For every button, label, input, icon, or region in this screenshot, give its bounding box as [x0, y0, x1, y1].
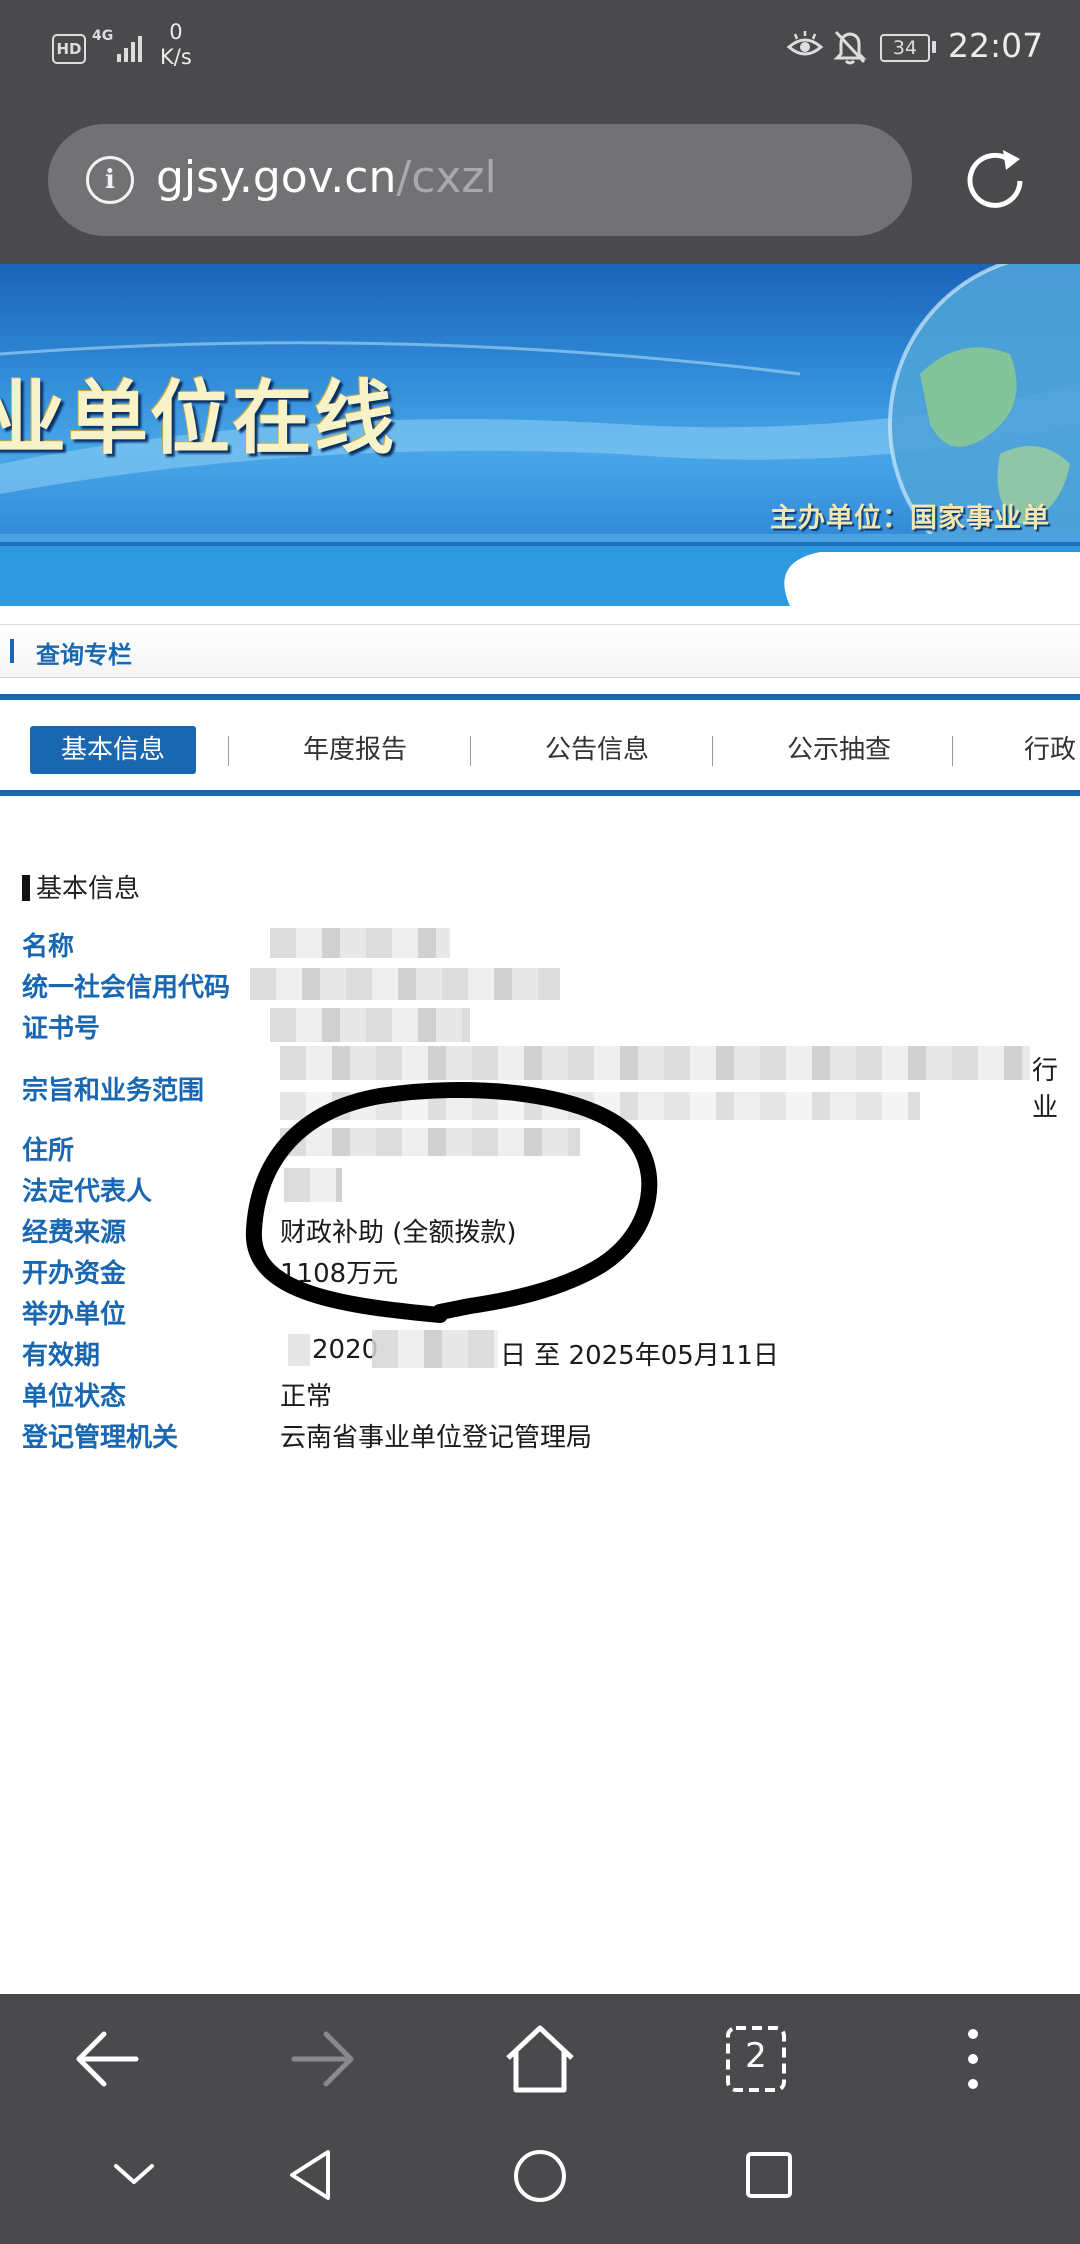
- system-recents-icon[interactable]: [744, 2150, 794, 2200]
- more-vertical-icon[interactable]: [958, 2026, 988, 2092]
- browser-bottom-nav: 2: [0, 1994, 1080, 2124]
- chevron-down-icon[interactable]: [112, 2160, 156, 2188]
- back-arrow-icon[interactable]: [74, 2028, 140, 2090]
- home-icon[interactable]: [502, 2022, 578, 2094]
- forward-arrow-icon[interactable]: [290, 2028, 356, 2090]
- system-navigation-bar: [0, 2124, 1080, 2244]
- tabs-count: 2: [745, 2036, 767, 2076]
- system-back-icon[interactable]: [286, 2148, 334, 2202]
- system-home-icon[interactable]: [512, 2148, 568, 2204]
- hand-drawn-circle: [245, 1081, 658, 1323]
